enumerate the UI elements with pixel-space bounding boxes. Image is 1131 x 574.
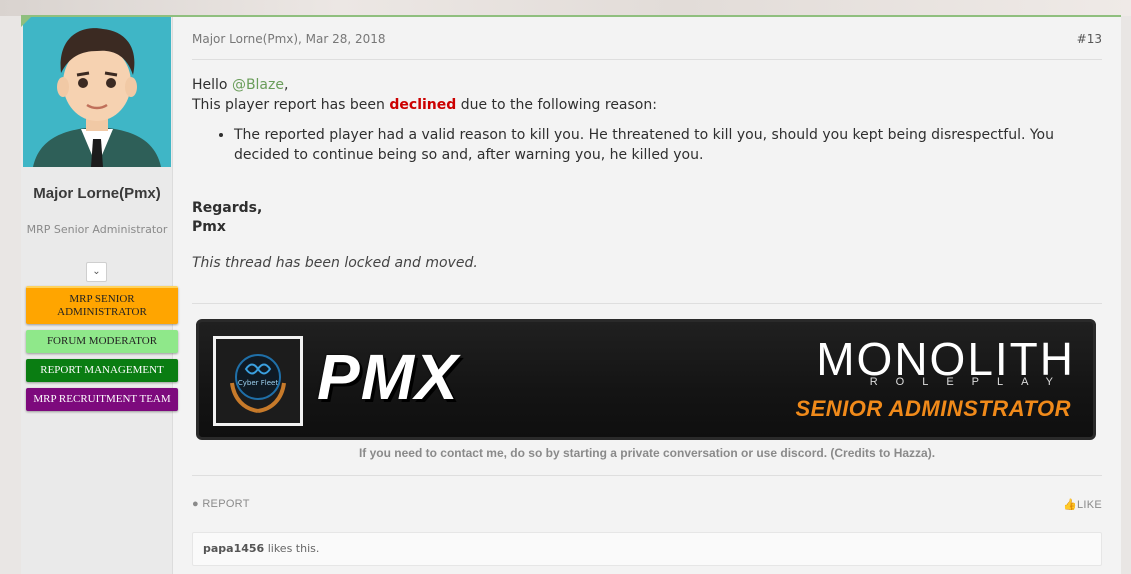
likes-summary: papa1456 likes this.	[192, 532, 1102, 566]
forum-post: Major Lorne(Pmx) MRP Senior Administrato…	[21, 15, 1121, 574]
signature-divider	[192, 303, 1102, 304]
liker-username[interactable]: papa1456	[203, 542, 264, 555]
regards-block: Regards, Pmx	[192, 199, 262, 237]
regards-text: Regards,	[192, 200, 263, 216]
greeting-text: Hello	[192, 77, 232, 93]
post-content: Major Lorne(Pmx), Mar 28, 2018 #13 Hello…	[192, 17, 1102, 574]
locked-note: This thread has been locked and moved.	[192, 255, 478, 271]
signature-text: If you need to contact me, do so by star…	[358, 446, 936, 460]
avatar-image	[23, 17, 171, 167]
signature-banner: Cyber Fleet PMX MONOLITH ROLEPLAY SENIOR…	[196, 319, 1096, 440]
cyber-fleet-logo: Cyber Fleet	[213, 336, 303, 426]
avatar[interactable]	[23, 17, 171, 167]
like-button[interactable]: 👍LIKE	[1063, 498, 1102, 511]
badge-forum-moderator: FORUM MODERATOR	[26, 330, 178, 353]
banner-name: PMX	[317, 341, 459, 413]
report-button[interactable]: ● REPORT	[192, 498, 250, 510]
like-label: LIKE	[1076, 499, 1102, 511]
status-line: This player report has been declined due…	[192, 95, 1102, 115]
report-label: REPORT	[202, 498, 250, 510]
status-text-a: This player report has been	[192, 97, 390, 113]
banner-subtitle: ROLEPLAY	[869, 376, 1071, 388]
avatar-corner-marker	[21, 17, 31, 27]
username[interactable]: Major Lorne(Pmx)	[21, 184, 173, 204]
post-number[interactable]: #13	[1077, 32, 1102, 46]
post-meta: Major Lorne(Pmx), Mar 28, 2018 #13	[192, 32, 1102, 60]
reason-item: The reported player had a valid reason t…	[234, 125, 1102, 165]
declined-label: declined	[389, 97, 457, 113]
badge-recruitment-team: MRP RECRUITMENT TEAM	[26, 388, 178, 411]
user-mention[interactable]: @Blaze	[232, 77, 284, 93]
badge-senior-administrator: MRP SENIOR ADMINISTRATOR	[26, 286, 178, 324]
laurel-icon: Cyber Fleet	[230, 354, 286, 413]
status-text-b: due to the following reason:	[456, 97, 657, 113]
signoff-text: Pmx	[192, 219, 226, 235]
post-body: Hello @Blaze, This player report has bee…	[192, 75, 1102, 165]
greeting-end: ,	[283, 77, 289, 93]
user-sidebar: Major Lorne(Pmx) MRP Senior Administrato…	[21, 17, 178, 574]
post-author-date[interactable]: Major Lorne(Pmx), Mar 28, 2018	[192, 32, 386, 46]
likes-suffix: likes this.	[264, 542, 320, 555]
badge-report-management: REPORT MANAGEMENT	[26, 359, 178, 382]
greeting-line: Hello @Blaze,	[192, 75, 1102, 95]
page-top-band	[0, 0, 1131, 16]
footer-divider	[192, 475, 1102, 476]
chevron-down-icon[interactable]: ⌄	[86, 262, 107, 282]
reason-list: The reported player had a valid reason t…	[234, 125, 1102, 165]
banner-role: SENIOR ADMINSTRATOR	[795, 396, 1071, 421]
logo-text: Cyber Fleet	[238, 379, 278, 387]
thumbs-up-icon: 👍	[1062, 499, 1077, 511]
user-title: MRP Senior Administrator	[26, 223, 168, 236]
report-icon: ●	[192, 498, 203, 510]
